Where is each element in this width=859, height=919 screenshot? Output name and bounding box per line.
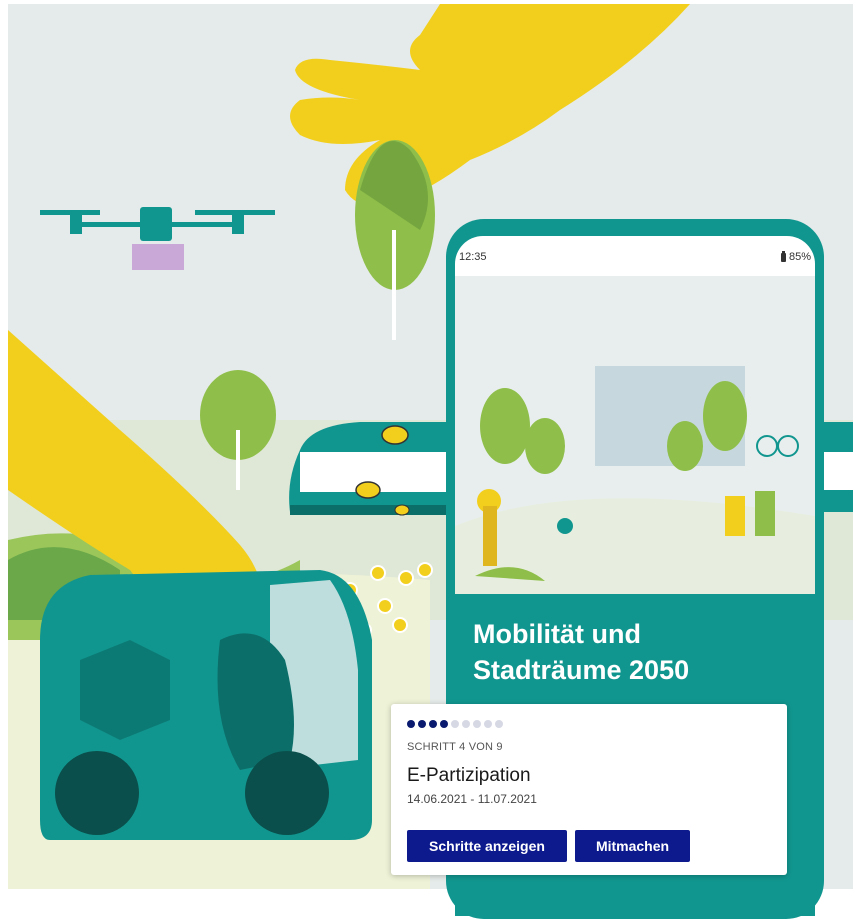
step-progress bbox=[407, 720, 506, 728]
show-steps-button[interactable]: Schritte anzeigen bbox=[407, 830, 567, 862]
step-dot bbox=[429, 720, 437, 728]
battery-icon bbox=[780, 250, 786, 262]
delivery-vehicle-icon bbox=[40, 570, 372, 840]
participate-button[interactable]: Mitmachen bbox=[575, 830, 690, 862]
step-dot bbox=[484, 720, 492, 728]
page-title: Mobilität und Stadträume 2050 bbox=[473, 619, 690, 685]
step-title: E-Partizipation bbox=[407, 765, 531, 786]
status-time: 12:35 bbox=[459, 251, 487, 263]
status-bar: 12:35 85% bbox=[455, 236, 815, 276]
step-dot bbox=[462, 720, 470, 728]
battery-percent: 85% bbox=[788, 251, 811, 263]
step-dot bbox=[451, 720, 459, 728]
battery-indicator: 85% bbox=[780, 250, 811, 263]
step-card: SCHRITT 4 VON 9 E-Partizipation 14.06.20… bbox=[391, 704, 787, 875]
step-dot bbox=[418, 720, 426, 728]
step-counter: SCHRITT 4 VON 9 bbox=[407, 741, 503, 753]
phone-illustration bbox=[455, 276, 815, 596]
step-dot bbox=[495, 720, 503, 728]
step-date-range: 14.06.2021 - 11.07.2021 bbox=[407, 792, 537, 806]
step-dot bbox=[473, 720, 481, 728]
step-dot bbox=[407, 720, 415, 728]
step-dot bbox=[440, 720, 448, 728]
